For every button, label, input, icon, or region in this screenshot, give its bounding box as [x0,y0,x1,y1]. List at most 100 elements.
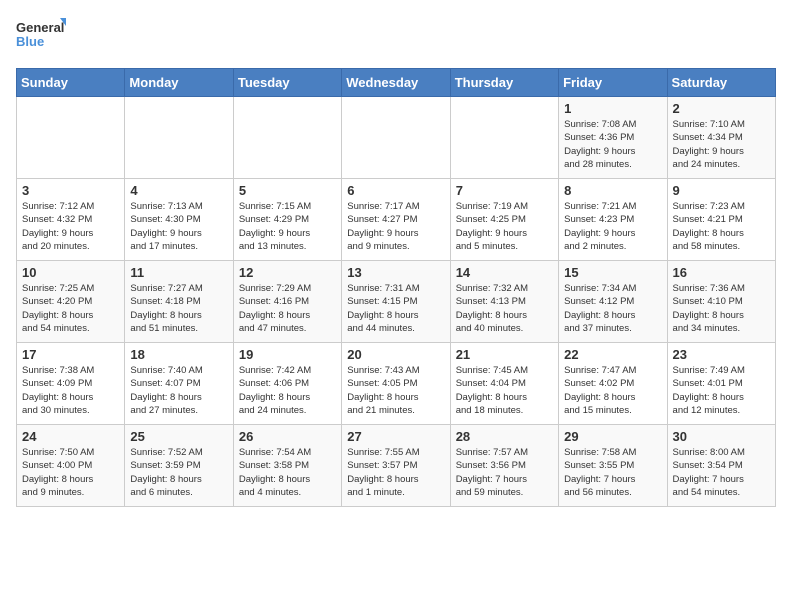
calendar-cell: 6 Sunrise: 7:17 AM Sunset: 4:27 PM Daylig… [342,179,450,261]
calendar-cell: 16 Sunrise: 7:36 AM Sunset: 4:10 PM Dayli… [667,261,775,343]
day-number: 20 [347,347,444,362]
calendar-week-1: 1Sunrise: 7:08 AM Sunset: 4:36 PM Daylig… [17,97,776,179]
day-info: Sunrise: 7:15 AM Sunset: 4:29 PM Dayligh… [239,200,336,253]
day-info: Sunrise: 7:49 AM Sunset: 4:01 PM Dayligh… [673,364,770,417]
day-header-saturday: Saturday [667,69,775,97]
calendar-cell: 25 Sunrise: 7:52 AM Sunset: 3:59 PM Dayli… [125,425,233,507]
day-info: Sunrise: 7:34 AM Sunset: 4:12 PM Dayligh… [564,282,661,335]
day-info: Sunrise: 7:36 AM Sunset: 4:10 PM Dayligh… [673,282,770,335]
calendar-cell: 8 Sunrise: 7:21 AM Sunset: 4:23 PM Daylig… [559,179,667,261]
day-number: 16 [673,265,770,280]
calendar-cell: 30Sunrise: 8:00 AM Sunset: 3:54 PM Dayli… [667,425,775,507]
day-info: Sunrise: 7:50 AM Sunset: 4:00 PM Dayligh… [22,446,119,499]
day-number: 3 [22,183,119,198]
svg-text:General: General [16,20,64,35]
calendar-cell: 2 Sunrise: 7:10 AM Sunset: 4:34 PM Daylig… [667,97,775,179]
calendar-cell: 9 Sunrise: 7:23 AM Sunset: 4:21 PM Daylig… [667,179,775,261]
calendar-cell: 29 Sunrise: 7:58 AM Sunset: 3:55 PM Dayli… [559,425,667,507]
logo-svg: General Blue [16,16,66,58]
calendar-cell: 10Sunrise: 7:25 AM Sunset: 4:20 PM Dayli… [17,261,125,343]
day-info: Sunrise: 7:40 AM Sunset: 4:07 PM Dayligh… [130,364,227,417]
day-header-friday: Friday [559,69,667,97]
day-header-monday: Monday [125,69,233,97]
calendar-cell: 14 Sunrise: 7:32 AM Sunset: 4:13 PM Dayli… [450,261,558,343]
day-info: Sunrise: 7:47 AM Sunset: 4:02 PM Dayligh… [564,364,661,417]
day-number: 7 [456,183,553,198]
day-info: Sunrise: 7:52 AM Sunset: 3:59 PM Dayligh… [130,446,227,499]
calendar-cell: 5Sunrise: 7:15 AM Sunset: 4:29 PM Daylig… [233,179,341,261]
day-number: 2 [673,101,770,116]
day-info: Sunrise: 7:31 AM Sunset: 4:15 PM Dayligh… [347,282,444,335]
day-number: 14 [456,265,553,280]
calendar-cell: 7 Sunrise: 7:19 AM Sunset: 4:25 PM Daylig… [450,179,558,261]
calendar-header: SundayMondayTuesdayWednesdayThursdayFrid… [17,69,776,97]
day-number: 11 [130,265,227,280]
calendar-week-3: 10Sunrise: 7:25 AM Sunset: 4:20 PM Dayli… [17,261,776,343]
calendar-cell: 17 Sunrise: 7:38 AM Sunset: 4:09 PM Dayli… [17,343,125,425]
calendar-cell: 27Sunrise: 7:55 AM Sunset: 3:57 PM Dayli… [342,425,450,507]
day-info: Sunrise: 7:19 AM Sunset: 4:25 PM Dayligh… [456,200,553,253]
day-header-thursday: Thursday [450,69,558,97]
day-number: 9 [673,183,770,198]
day-number: 19 [239,347,336,362]
day-number: 15 [564,265,661,280]
day-number: 29 [564,429,661,444]
day-info: Sunrise: 7:58 AM Sunset: 3:55 PM Dayligh… [564,446,661,499]
logo: General Blue [16,16,66,58]
day-info: Sunrise: 7:43 AM Sunset: 4:05 PM Dayligh… [347,364,444,417]
day-number: 18 [130,347,227,362]
day-number: 26 [239,429,336,444]
calendar-table: SundayMondayTuesdayWednesdayThursdayFrid… [16,68,776,507]
day-info: Sunrise: 7:57 AM Sunset: 3:56 PM Dayligh… [456,446,553,499]
calendar-body: 1Sunrise: 7:08 AM Sunset: 4:36 PM Daylig… [17,97,776,507]
day-number: 6 [347,183,444,198]
day-info: Sunrise: 7:32 AM Sunset: 4:13 PM Dayligh… [456,282,553,335]
header: General Blue [16,16,776,58]
calendar-cell: 3 Sunrise: 7:12 AM Sunset: 4:32 PM Daylig… [17,179,125,261]
day-number: 1 [564,101,661,116]
day-info: Sunrise: 7:21 AM Sunset: 4:23 PM Dayligh… [564,200,661,253]
calendar-cell [17,97,125,179]
day-number: 13 [347,265,444,280]
day-number: 25 [130,429,227,444]
day-number: 12 [239,265,336,280]
calendar-cell: 4Sunrise: 7:13 AM Sunset: 4:30 PM Daylig… [125,179,233,261]
calendar-cell [233,97,341,179]
calendar-cell: 1Sunrise: 7:08 AM Sunset: 4:36 PM Daylig… [559,97,667,179]
day-header-wednesday: Wednesday [342,69,450,97]
calendar-cell [125,97,233,179]
day-number: 10 [22,265,119,280]
calendar-cell: 20 Sunrise: 7:43 AM Sunset: 4:05 PM Dayli… [342,343,450,425]
calendar-cell: 18 Sunrise: 7:40 AM Sunset: 4:07 PM Dayli… [125,343,233,425]
calendar-cell [342,97,450,179]
calendar-cell: 21Sunrise: 7:45 AM Sunset: 4:04 PM Dayli… [450,343,558,425]
day-info: Sunrise: 7:29 AM Sunset: 4:16 PM Dayligh… [239,282,336,335]
calendar-cell: 13 Sunrise: 7:31 AM Sunset: 4:15 PM Dayli… [342,261,450,343]
calendar-cell: 19 Sunrise: 7:42 AM Sunset: 4:06 PM Dayli… [233,343,341,425]
day-header-tuesday: Tuesday [233,69,341,97]
day-number: 23 [673,347,770,362]
day-number: 8 [564,183,661,198]
calendar-cell: 11Sunrise: 7:27 AM Sunset: 4:18 PM Dayli… [125,261,233,343]
calendar-week-4: 17 Sunrise: 7:38 AM Sunset: 4:09 PM Dayli… [17,343,776,425]
day-number: 28 [456,429,553,444]
day-info: Sunrise: 7:42 AM Sunset: 4:06 PM Dayligh… [239,364,336,417]
calendar-cell: 23 Sunrise: 7:49 AM Sunset: 4:01 PM Dayli… [667,343,775,425]
day-info: Sunrise: 7:17 AM Sunset: 4:27 PM Dayligh… [347,200,444,253]
calendar-cell: 28 Sunrise: 7:57 AM Sunset: 3:56 PM Dayli… [450,425,558,507]
day-info: Sunrise: 7:38 AM Sunset: 4:09 PM Dayligh… [22,364,119,417]
days-of-week-row: SundayMondayTuesdayWednesdayThursdayFrid… [17,69,776,97]
day-info: Sunrise: 7:23 AM Sunset: 4:21 PM Dayligh… [673,200,770,253]
calendar-cell: 15 Sunrise: 7:34 AM Sunset: 4:12 PM Dayli… [559,261,667,343]
day-number: 4 [130,183,227,198]
day-number: 17 [22,347,119,362]
calendar-week-5: 24Sunrise: 7:50 AM Sunset: 4:00 PM Dayli… [17,425,776,507]
day-info: Sunrise: 7:10 AM Sunset: 4:34 PM Dayligh… [673,118,770,171]
calendar-cell [450,97,558,179]
day-info: Sunrise: 7:55 AM Sunset: 3:57 PM Dayligh… [347,446,444,499]
day-number: 30 [673,429,770,444]
day-info: Sunrise: 7:54 AM Sunset: 3:58 PM Dayligh… [239,446,336,499]
calendar-cell: 12 Sunrise: 7:29 AM Sunset: 4:16 PM Dayli… [233,261,341,343]
day-info: Sunrise: 7:12 AM Sunset: 4:32 PM Dayligh… [22,200,119,253]
calendar-week-2: 3 Sunrise: 7:12 AM Sunset: 4:32 PM Daylig… [17,179,776,261]
